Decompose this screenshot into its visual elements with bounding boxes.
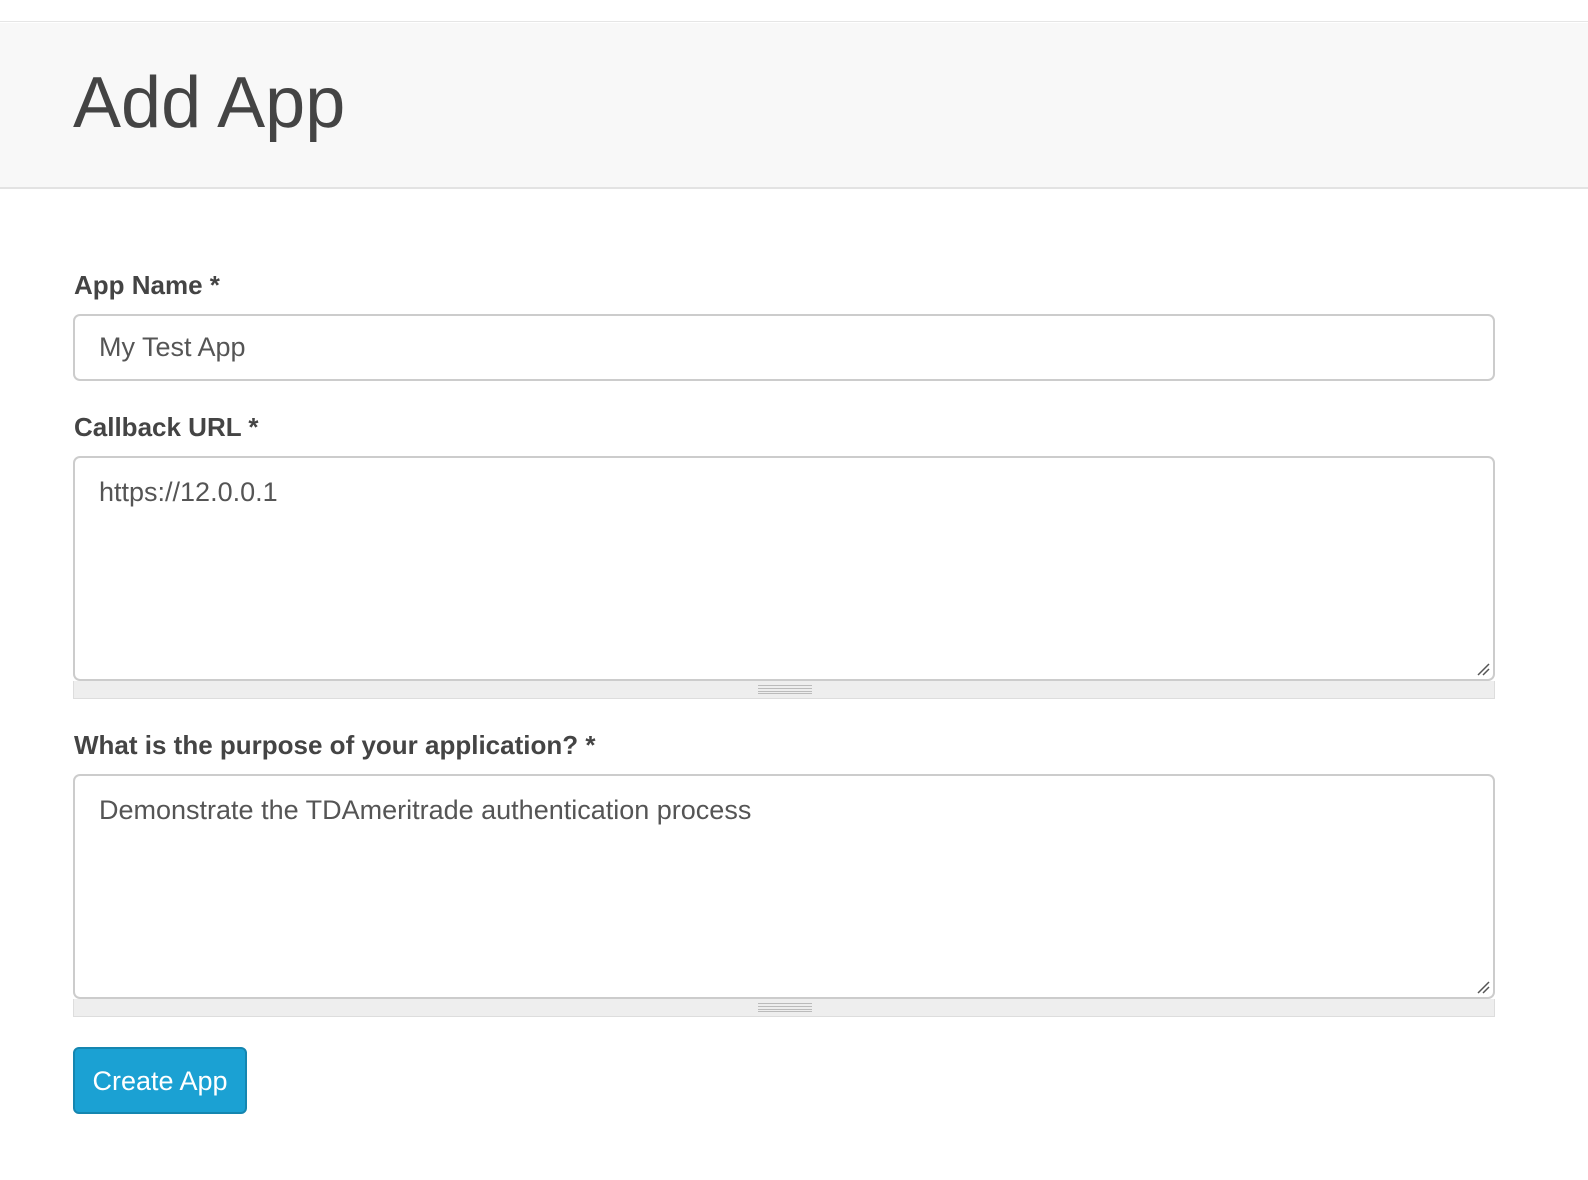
app-name-input[interactable]: My Test App — [73, 314, 1495, 381]
purpose-label: What is the purpose of your application?… — [74, 730, 596, 760]
callback-url-resize-bar[interactable] — [73, 681, 1495, 699]
grip-icon — [758, 1003, 812, 1012]
purpose-resize-bar[interactable] — [73, 999, 1495, 1017]
callback-url-value: https://12.0.0.1 — [99, 477, 278, 507]
resize-handle-icon[interactable] — [1476, 662, 1490, 676]
purpose-textarea[interactable]: Demonstrate the TDAmeritrade authenticat… — [73, 774, 1495, 999]
resize-handle-icon[interactable] — [1476, 980, 1490, 994]
top-strip — [0, 0, 1588, 22]
app-name-value: My Test App — [99, 332, 246, 362]
page-title: Add App — [73, 63, 346, 143]
grip-icon — [758, 685, 812, 694]
callback-url-label: Callback URL * — [74, 412, 259, 442]
create-app-button[interactable]: Create App — [73, 1047, 247, 1114]
purpose-value: Demonstrate the TDAmeritrade authenticat… — [99, 795, 752, 825]
callback-url-textarea[interactable]: https://12.0.0.1 — [73, 456, 1495, 681]
app-name-label: App Name * — [74, 270, 220, 300]
page-header: Add App — [0, 23, 1588, 189]
